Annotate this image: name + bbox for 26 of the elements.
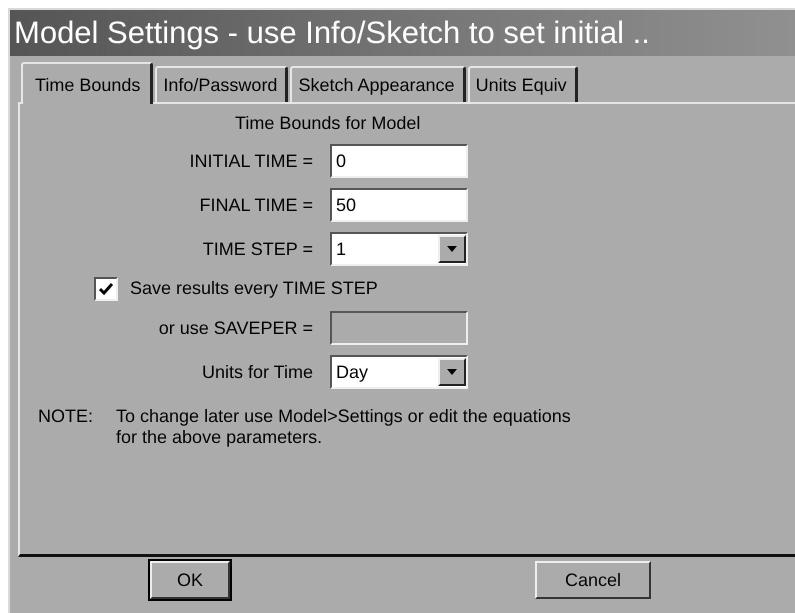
note-text: To change later use Model>Settings or edit the equations for the above parameters. — [116, 406, 571, 448]
note-label: NOTE: — [38, 406, 94, 428]
dropdown-arrow-icon — [447, 246, 457, 252]
input-field[interactable]: 0 — [330, 144, 468, 178]
dropdown-button[interactable] — [438, 235, 466, 263]
tab[interactable]: Time Bounds — [21, 62, 154, 104]
field-label: INITIAL TIME = — [189, 150, 313, 172]
dropdown-button[interactable] — [438, 358, 466, 386]
tab[interactable]: Units Equiv — [468, 66, 578, 102]
tab[interactable]: Sketch Appearance — [290, 66, 466, 102]
dropdown[interactable]: Day — [330, 355, 468, 389]
dialog-button[interactable]: OK — [150, 561, 230, 599]
checkbox-label: Save results every TIME STEP — [130, 277, 378, 300]
section-heading: Time Bounds for Model — [234, 112, 422, 135]
dropdown[interactable]: 1 — [330, 232, 468, 266]
field-label: or use SAVEPER = — [158, 316, 313, 340]
dialog-button[interactable]: Cancel — [535, 561, 651, 599]
checkbox[interactable] — [94, 276, 118, 300]
tab[interactable]: Info/Password — [155, 66, 288, 102]
field-label: TIME STEP = — [202, 238, 313, 260]
dropdown-arrow-icon — [447, 369, 457, 375]
field-label: Units for Time — [202, 360, 313, 384]
field-label: FINAL TIME = — [199, 194, 313, 216]
input-field[interactable]: 50 — [330, 188, 468, 222]
checkmark-icon — [99, 282, 113, 294]
window-title: Model Settings - use Info/Sketch to set initial .. — [10, 10, 795, 56]
